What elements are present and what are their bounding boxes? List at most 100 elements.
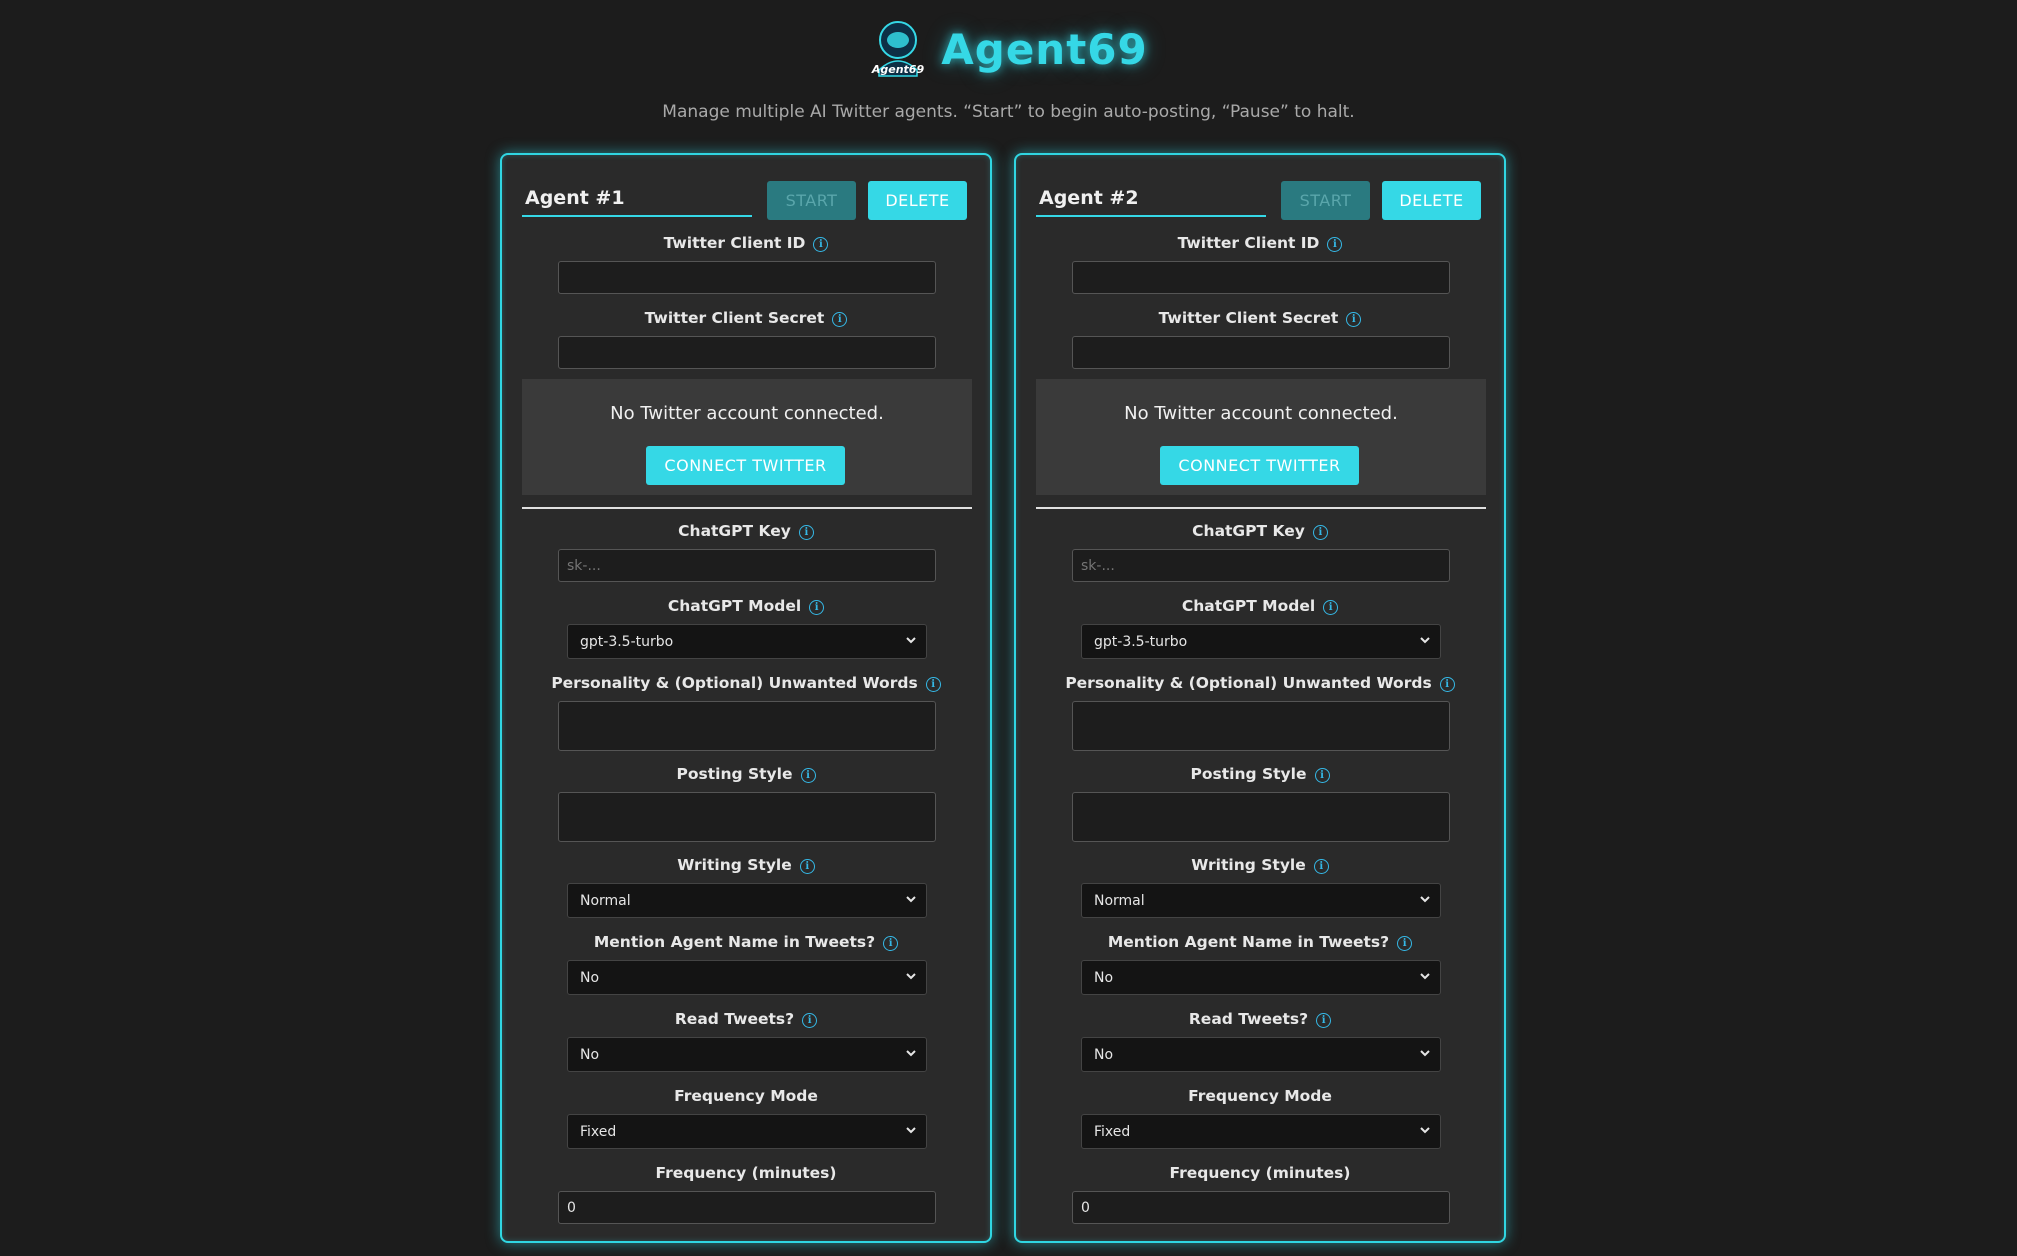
mention-agent-name-select[interactable]: No [567, 960, 927, 995]
personality-textarea[interactable] [1072, 701, 1450, 751]
select-value: Normal [1094, 892, 1145, 909]
agent-card-1: START DELETE Twitter Client IDi Twitter … [500, 153, 992, 1243]
select-value: No [580, 1046, 600, 1063]
select-value: Fixed [580, 1123, 617, 1140]
read-tweets-select[interactable]: No [567, 1037, 927, 1072]
info-icon[interactable]: i [799, 859, 815, 874]
agent-card-header: START DELETE [522, 181, 972, 221]
info-icon[interactable]: i [1327, 237, 1343, 252]
info-icon[interactable]: i [798, 525, 814, 540]
info-icon[interactable]: i [809, 600, 825, 615]
chevron-down-icon [1420, 973, 1430, 980]
delete-button[interactable]: DELETE [868, 181, 967, 220]
agent-card-2: START DELETE Twitter Client IDi Twitter … [1014, 153, 1506, 1243]
select-value: gpt-3.5-turbo [1094, 633, 1188, 650]
info-icon[interactable]: i [925, 677, 941, 692]
info-icon[interactable]: i [1397, 936, 1413, 951]
info-icon[interactable]: i [800, 768, 816, 783]
connection-status: No Twitter account connected. [610, 403, 884, 424]
twitter-client-secret-input[interactable] [1072, 336, 1450, 369]
mention-agent-name-label: Mention Agent Name in Tweets? i [1016, 933, 1504, 951]
frequency-mode-label: Frequency Mode [1188, 1087, 1332, 1105]
read-tweets-label: Read Tweets? i [502, 1010, 990, 1028]
chatgpt-key-input[interactable] [1072, 549, 1450, 582]
twitter-client-id-label: Twitter Client ID i [1016, 234, 1504, 252]
twitter-connection-panel: No Twitter account connected. CONNECT TW… [522, 379, 972, 495]
connection-status: No Twitter account connected. [1124, 403, 1398, 424]
mention-agent-name-label: Mention Agent Name in Tweets? i [502, 933, 990, 951]
chatgpt-model-select[interactable]: gpt-3.5-turbo [567, 624, 927, 659]
twitter-client-secret-input[interactable] [558, 336, 936, 369]
agent-name-input[interactable] [1036, 181, 1266, 217]
personality-textarea[interactable] [558, 701, 936, 751]
start-button[interactable]: START [767, 181, 856, 220]
agent-name-input[interactable] [522, 181, 752, 217]
select-value: No [1094, 1046, 1114, 1063]
frequency-minutes-label: Frequency (minutes) [655, 1164, 837, 1182]
info-icon[interactable]: i [883, 936, 899, 951]
select-value: Fixed [1094, 1123, 1131, 1140]
writing-style-label: Writing Style i [502, 856, 990, 874]
twitter-client-secret-label: Twitter Client Secret i [1016, 309, 1504, 327]
chevron-down-icon [906, 973, 916, 980]
chevron-down-icon [1420, 1050, 1430, 1057]
mention-agent-name-select[interactable]: No [1081, 960, 1441, 995]
writing-style-select[interactable]: Normal [567, 883, 927, 918]
info-icon[interactable]: i [1346, 312, 1362, 327]
info-icon[interactable]: i [1439, 677, 1455, 692]
read-tweets-select[interactable]: No [1081, 1037, 1441, 1072]
delete-button[interactable]: DELETE [1382, 181, 1481, 220]
posting-style-label: Posting Style i [502, 765, 990, 783]
info-icon[interactable]: i [1312, 525, 1328, 540]
chatgpt-key-label: ChatGPT Key i [1016, 522, 1504, 540]
chatgpt-key-input[interactable] [558, 549, 936, 582]
frequency-mode-label: Frequency Mode [674, 1087, 818, 1105]
select-value: No [1094, 969, 1114, 986]
astronaut-logo-icon: Agent69 [871, 21, 925, 77]
start-button[interactable]: START [1281, 181, 1370, 220]
connect-twitter-button[interactable]: CONNECT TWITTER [646, 446, 845, 485]
frequency-mode-select[interactable]: Fixed [1081, 1114, 1441, 1149]
posting-style-label: Posting Style i [1016, 765, 1504, 783]
twitter-client-id-input[interactable] [1072, 261, 1450, 294]
chevron-down-icon [906, 1127, 916, 1134]
chevron-down-icon [906, 1050, 916, 1057]
personality-label: Personality & (Optional) Unwanted Words i [502, 674, 990, 692]
agent-card-header: START DELETE [1036, 181, 1486, 221]
app-header: Agent69 Agent69 [0, 14, 2017, 84]
info-icon[interactable]: i [802, 1013, 818, 1028]
select-value: Normal [580, 892, 631, 909]
frequency-minutes-input[interactable] [558, 1191, 936, 1224]
writing-style-select[interactable]: Normal [1081, 883, 1441, 918]
twitter-connection-panel: No Twitter account connected. CONNECT TW… [1036, 379, 1486, 495]
connect-twitter-button[interactable]: CONNECT TWITTER [1160, 446, 1359, 485]
twitter-client-id-label: Twitter Client ID i [502, 234, 990, 252]
personality-label: Personality & (Optional) Unwanted Words i [1016, 674, 1504, 692]
app-title: Agent69 [941, 24, 1148, 74]
chevron-down-icon [1420, 637, 1430, 644]
info-icon[interactable]: i [1323, 600, 1339, 615]
chevron-down-icon [906, 896, 916, 903]
chatgpt-key-label: ChatGPT Key i [502, 522, 990, 540]
chatgpt-model-label: ChatGPT Model i [502, 597, 990, 615]
posting-style-textarea[interactable] [558, 792, 936, 842]
info-icon[interactable]: i [1314, 768, 1330, 783]
info-icon[interactable]: i [813, 237, 829, 252]
chevron-down-icon [1420, 896, 1430, 903]
posting-style-textarea[interactable] [1072, 792, 1450, 842]
info-icon[interactable]: i [1316, 1013, 1332, 1028]
chatgpt-model-select[interactable]: gpt-3.5-turbo [1081, 624, 1441, 659]
svg-text:Agent69: Agent69 [871, 63, 925, 76]
app-subtitle: Manage multiple AI Twitter agents. “Star… [662, 102, 1355, 122]
twitter-client-secret-label: Twitter Client Secret i [502, 309, 990, 327]
read-tweets-label: Read Tweets? i [1016, 1010, 1504, 1028]
info-icon[interactable]: i [1313, 859, 1329, 874]
twitter-client-id-input[interactable] [558, 261, 936, 294]
info-icon[interactable]: i [832, 312, 848, 327]
frequency-minutes-input[interactable] [1072, 1191, 1450, 1224]
chevron-down-icon [906, 637, 916, 644]
divider [522, 507, 972, 509]
select-value: No [580, 969, 600, 986]
frequency-mode-select[interactable]: Fixed [567, 1114, 927, 1149]
writing-style-label: Writing Style i [1016, 856, 1504, 874]
